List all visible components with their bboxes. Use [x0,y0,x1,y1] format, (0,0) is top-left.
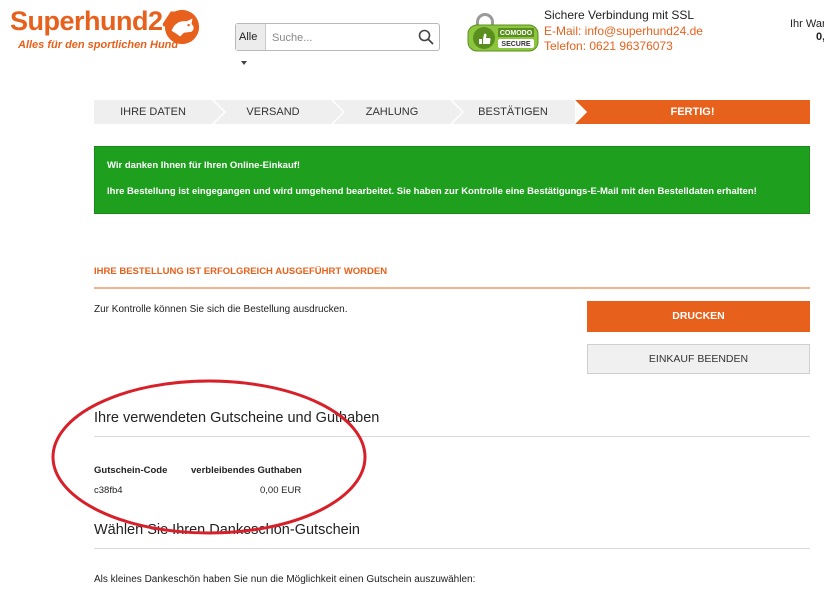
success-title: Wir danken Ihnen für Ihren Online-Einkau… [107,160,301,171]
search-category-value: Alle [239,31,258,43]
print-hint-text: Zur Kontrolle können Sie sich die Bestel… [94,304,348,315]
logo-wordmark: Superhund24 [10,6,178,36]
cart-label: Ihr Waren [790,18,824,30]
step-label: Zahlung [365,106,419,118]
ssl-notice: Sichere Verbindung mit SSL [544,8,695,22]
vouchers-heading: Ihre verwendeten Gutscheine und Guthaben [94,410,380,426]
voucher-balance-cell: 0,00 EUR [260,485,302,496]
cart-amount: 0, [816,31,824,43]
thanks-voucher-text: Als kleines Dankeschön haben Sie nun die… [94,574,476,585]
seal-top-text: COMODO [500,30,533,37]
email-link[interactable]: E-Mail: info@superhund24.de [544,24,703,40]
comodo-secure-seal-icon: COMODO SECURE [467,13,539,52]
voucher-code-cell: c38fb4 [94,485,123,496]
search-icon[interactable] [417,28,435,46]
search-bar: Alle [235,23,440,66]
step-fertig: Fertig! [575,100,810,124]
step-label: Versand [246,106,300,118]
voucher-balance-header: verbleibendes Guthaben [191,465,302,476]
step-ihre-daten: Ihre Daten [94,100,226,124]
orange-divider [94,287,810,289]
search-input[interactable] [270,25,414,51]
divider [94,436,810,437]
logo-tagline: Alles für den sportlichen Hund [18,39,179,51]
step-label: Ihre Daten [120,106,186,118]
search-category-select[interactable]: Alle [236,24,266,66]
annotation-ellipse [51,379,367,535]
contact-info: Sichere Verbindung mit SSL E-Mail: info@… [544,8,703,55]
success-text: Ihre Bestellung ist eingegangen und wird… [107,186,757,197]
step-bestaetigen: Bestätigen [453,100,587,124]
step-zahlung: Zahlung [334,100,464,124]
step-label: Fertig! [670,106,715,118]
divider [94,548,810,549]
step-versand: Versand [215,100,345,124]
finish-shopping-button[interactable]: EINKAUF BEENDEN [587,344,810,374]
voucher-code-header: Gutschein-Code [94,465,168,476]
order-success-heading: Ihre Bestellung ist erfolgreich ausgefüh… [94,266,388,277]
cart-summary[interactable]: Ihr Waren 0, [790,18,824,44]
site-logo[interactable]: Superhund24 Alles für den sportlichen Hu… [10,6,200,56]
thanks-voucher-heading: Wählen Sie Ihren Dankeschön-Gutschein [94,522,360,538]
print-button[interactable]: DRUCKEN [587,301,810,332]
seal-bottom-text: SECURE [501,41,531,48]
success-message: Wir danken Ihnen für Ihren Online-Einkau… [94,146,810,214]
checkout-steps: Ihre Daten Versand Zahlung Bestätigen Fe… [94,100,810,124]
caret-down-icon [241,61,247,66]
phone-link[interactable]: Telefon: 0621 96376073 [544,39,703,55]
step-label: Bestätigen [478,106,548,118]
